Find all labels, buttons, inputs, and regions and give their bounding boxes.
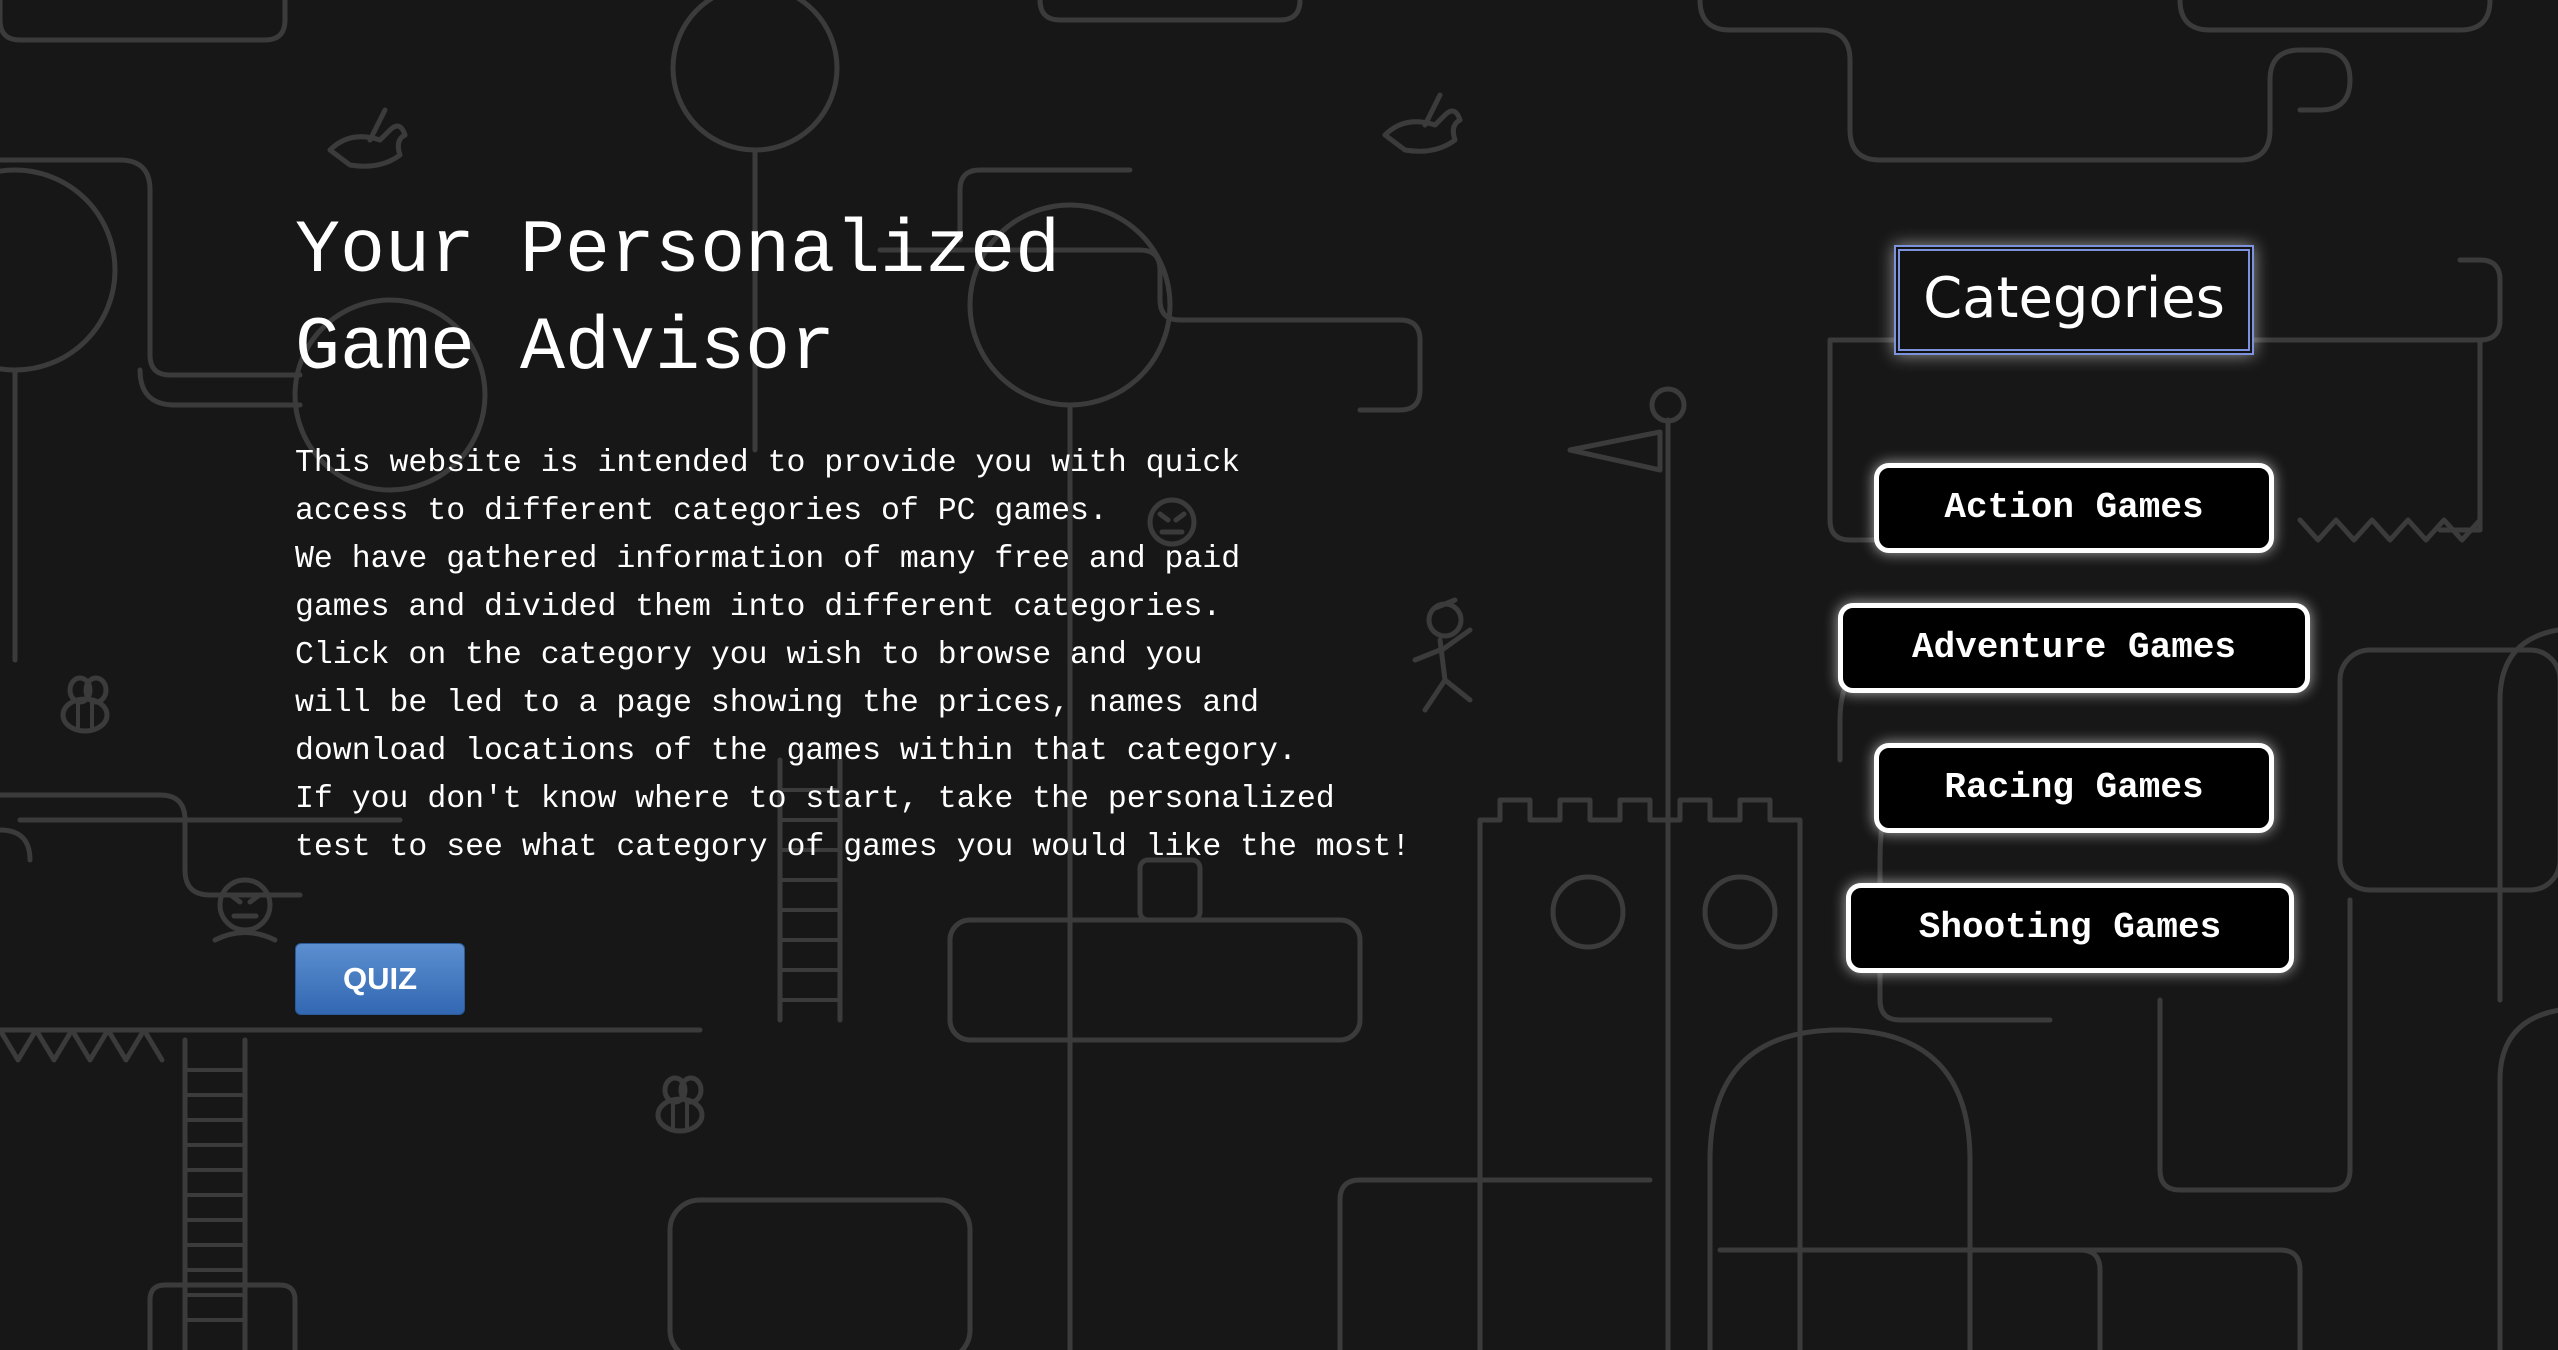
page: Your Personalized Game Advisor This webs… <box>0 0 2558 1350</box>
intro-line: This website is intended to provide you … <box>295 446 1241 481</box>
category-button-adventure[interactable]: Adventure Games <box>1838 603 2310 693</box>
category-button-action[interactable]: Action Games <box>1874 463 2274 553</box>
category-button-racing[interactable]: Racing Games <box>1874 743 2274 833</box>
intro-line: test to see what category of games you w… <box>295 830 1411 865</box>
intro-line: will be led to a page showing the prices… <box>295 686 1260 721</box>
category-button-shooting[interactable]: Shooting Games <box>1846 883 2294 973</box>
intro-line: We have gathered information of many fre… <box>295 542 1241 577</box>
intro-line: download locations of the games within t… <box>295 734 1297 769</box>
title-line: Your Personalized <box>295 209 1061 294</box>
intro-line: If you don't know where to start, take t… <box>295 782 1335 817</box>
angry-face-icon <box>212 877 278 943</box>
intro-line: games and divided them into different ca… <box>295 590 1222 625</box>
bird-icon <box>1382 92 1463 154</box>
bird-icon <box>327 107 408 169</box>
bee-icon <box>655 1075 705 1134</box>
intro-paragraph: This website is intended to provide you … <box>295 440 1495 872</box>
bee-icon <box>60 675 110 734</box>
intro-line: Click on the category you wish to browse… <box>295 638 1203 673</box>
title-line: Game Advisor <box>295 306 836 391</box>
intro-line: access to different categories of PC gam… <box>295 494 1108 529</box>
page-title: Your Personalized Game Advisor <box>295 203 1295 397</box>
quiz-button[interactable]: QUIZ <box>295 943 465 1015</box>
categories-heading: Categories <box>1894 245 2254 355</box>
